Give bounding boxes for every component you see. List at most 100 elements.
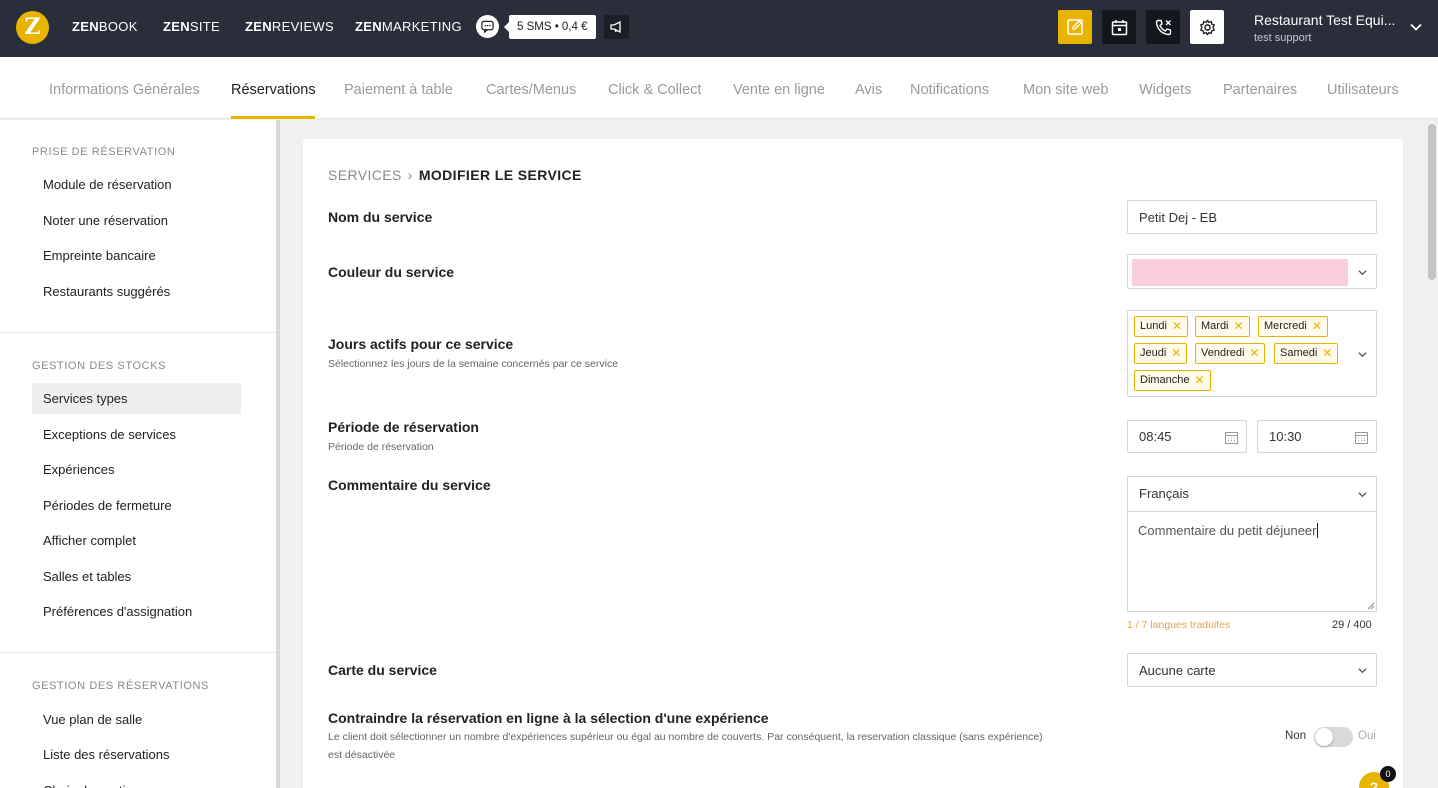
sidebar-item-restaurants-suggeres[interactable]: Restaurants suggérés [32,276,241,307]
sidebar: PRISE DE RÉSERVATION Module de réservati… [0,120,276,788]
comment-language-select[interactable]: Français [1127,476,1377,512]
day-chip-mercredi: Mercredi ✕ [1258,316,1328,337]
remove-icon[interactable]: ✕ [1322,344,1332,363]
page-scrollbar[interactable] [1426,120,1438,788]
active-days-label: Jours actifs pour ce service [328,336,514,352]
tab-mon-site-web[interactable]: Mon site web [1023,82,1108,98]
day-chip-dimanche: Dimanche ✕ [1134,370,1211,391]
day-chip-samedi: Samedi ✕ [1274,343,1339,364]
sidebar-item-services-types[interactable]: Services types [32,383,241,414]
tab-notifications[interactable]: Notifications [910,82,989,98]
sidebar-item-empreinte-bancaire[interactable]: Empreinte bancaire [32,240,241,271]
day-chip-mardi: Mardi ✕ [1195,316,1250,337]
calendar-icon [1355,432,1368,444]
sidebar-item-periodes-fermeture[interactable]: Périodes de fermeture [32,490,241,521]
sidebar-divider [0,332,276,333]
sidebar-item-afficher-complet[interactable]: Afficher complet [32,525,241,556]
service-name-label: Nom du service [328,209,433,225]
resize-handle-icon[interactable] [1367,602,1375,610]
new-reservation-button[interactable] [1058,10,1092,44]
nav-zenmarketing[interactable]: ZENMARKETING [355,19,462,34]
tab-cartes-menus[interactable]: Cartes/Menus [486,82,576,98]
remove-icon[interactable]: ✕ [1194,371,1204,390]
service-color-select[interactable] [1127,254,1377,289]
tab-click-collect[interactable]: Click & Collect [608,82,701,98]
nav-zenbook[interactable]: ZENBOOK [72,19,138,34]
day-chip-vendredi: Vendredi ✕ [1195,343,1266,364]
chevron-down-icon [1358,668,1367,674]
tab-utilisateurs[interactable]: Utilisateurs [1327,82,1399,98]
remove-icon[interactable]: ✕ [1312,317,1322,336]
comment-textarea[interactable]: Commentaire du petit déjuneer [1127,511,1377,612]
page-title: MODIFIER LE SERVICE [418,167,582,183]
tab-paiement-a-table[interactable]: Paiement à table [344,82,453,98]
period-start-input[interactable]: 08:45 [1127,420,1247,453]
service-name-input[interactable]: Petit Dej - EB [1127,200,1377,234]
zenchef-logo[interactable]: Z [16,11,49,44]
menu-select[interactable]: Aucune carte [1127,653,1377,687]
toggle-knob [1315,728,1333,746]
sidebar-scrollbar[interactable] [276,120,280,788]
remove-icon[interactable]: ✕ [1233,317,1243,336]
tab-partenaires[interactable]: Partenaires [1223,82,1297,98]
phone-icon [1155,19,1171,35]
gear-icon [1199,19,1215,35]
sidebar-divider [0,652,276,653]
sidebar-item-choix-options[interactable]: Choix des options [32,775,241,788]
chevron-down-icon [1358,352,1367,358]
sidebar-item-experiences[interactable]: Expériences [32,454,241,485]
sidebar-item-liste-reservations[interactable]: Liste des réservations [32,739,241,770]
translation-progress: 1 / 7 langues traduites [1127,619,1231,631]
period-start-value: 08:45 [1139,429,1172,444]
tab-vente-en-ligne[interactable]: Vente en ligne [733,82,825,98]
color-swatch [1132,259,1348,286]
sidebar-item-exceptions-services[interactable]: Exceptions de services [32,419,241,450]
account-role: test support [1254,32,1312,44]
menu-label: Carte du service [328,662,437,678]
calendar-icon [1225,432,1238,444]
help-notification-count: 0 [1380,766,1396,782]
text-cursor [1316,523,1318,538]
toggle-on-label: Oui [1358,730,1376,742]
day-chip-lundi: Lundi ✕ [1134,316,1188,337]
megaphone-icon [609,21,621,33]
experience-constraint-hint: Le client doit sélectionner un nombre d'… [328,731,1043,743]
char-counter: 29 / 400 [1332,619,1372,631]
sidebar-item-preferences-assignation[interactable]: Préférences d'assignation [32,596,241,627]
period-end-input[interactable]: 10:30 [1257,420,1377,453]
sidebar-item-noter-reservation[interactable]: Noter une réservation [32,205,241,236]
sms-chat-button[interactable] [476,15,499,38]
nav-zenreviews[interactable]: ZENREVIEWS [245,19,334,34]
page-scrollbar-thumb[interactable] [1428,124,1436,280]
nav-zensite[interactable]: ZENSITE [163,19,220,34]
settings-button[interactable] [1190,10,1224,44]
sidebar-item-module-reservation[interactable]: Module de réservation [32,169,241,200]
edit-note-icon [1067,19,1083,35]
remove-icon[interactable]: ✕ [1171,344,1181,363]
tab-widgets[interactable]: Widgets [1139,82,1191,98]
remove-icon[interactable]: ✕ [1249,344,1259,363]
experience-constraint-toggle[interactable] [1314,727,1353,747]
service-color-label: Couleur du service [328,264,455,280]
sidebar-item-vue-plan-salle[interactable]: Vue plan de salle [32,704,241,735]
chevron-down-icon [1358,270,1367,276]
menu-select-value: Aucune carte [1139,663,1216,678]
breadcrumb-services-link[interactable]: SERVICES [328,167,402,183]
account-menu[interactable]: Restaurant Test Equi... test support [1254,12,1404,44]
tab-reservations[interactable]: Réservations [231,82,316,98]
active-days-hint: Sélectionnez les jours de la semaine con… [328,358,619,370]
phone-button[interactable] [1146,10,1180,44]
tab-informations-generales[interactable]: Informations Générales [49,82,200,98]
remove-icon[interactable]: ✕ [1172,317,1182,336]
sidebar-heading-stocks: GESTION DES STOCKS [32,360,167,372]
top-bar: Z ZENBOOK ZENSITE ZENREVIEWS ZENMARKETIN… [0,0,1438,57]
sidebar-heading-gestion-reservations: GESTION DES RÉSERVATIONS [32,680,209,692]
service-name-value: Petit Dej - EB [1139,210,1218,225]
sidebar-item-salles-tables[interactable]: Salles et tables [32,561,241,592]
chevron-down-icon[interactable] [1409,20,1423,34]
announcements-button[interactable] [604,15,629,39]
calendar-button[interactable] [1102,10,1136,44]
sms-credit-badge: 5 SMS • 0,4 € [504,15,596,39]
active-tab-indicator [231,116,315,119]
tab-avis[interactable]: Avis [855,82,882,98]
